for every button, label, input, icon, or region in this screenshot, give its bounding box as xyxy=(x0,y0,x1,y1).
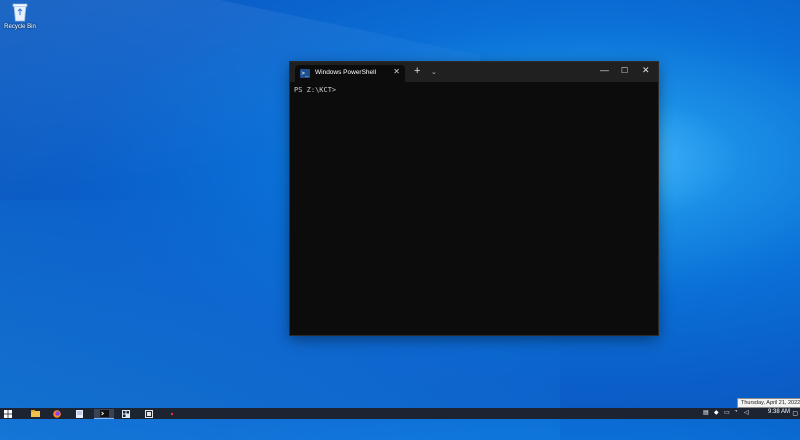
tab-windows-powershell[interactable]: >_ Windows PowerShell ✕ xyxy=(295,65,405,82)
terminal-taskbar-icon[interactable] xyxy=(94,409,114,419)
shell-prompt: PS Z:\KCT> xyxy=(294,86,337,94)
tab-close-icon[interactable]: ✕ xyxy=(393,67,400,76)
new-tab-button[interactable]: + xyxy=(414,65,420,77)
notepad-icon[interactable] xyxy=(74,409,84,418)
date-tooltip: Thursday, April 21, 2022 xyxy=(737,398,800,408)
volume-icon[interactable]: ◁ xyxy=(744,409,749,416)
notification-icon[interactable]: ▢ xyxy=(792,410,798,417)
file-explorer-icon[interactable] xyxy=(30,409,40,418)
recycle-bin-desktop-icon[interactable]: Recycle Bin xyxy=(2,2,38,30)
app-icon[interactable] xyxy=(121,409,131,418)
wifi-icon[interactable]: ◔ xyxy=(734,409,738,415)
powershell-icon: >_ xyxy=(300,69,310,78)
recycle-bin-icon xyxy=(11,2,29,22)
terminal-content[interactable]: PS Z:\KCT> xyxy=(290,82,658,335)
chevron-down-icon[interactable]: ⌄ xyxy=(431,68,437,76)
network-icon[interactable]: ▤ xyxy=(703,409,709,416)
red-app-icon[interactable] xyxy=(167,409,177,418)
close-button[interactable]: ✕ xyxy=(642,65,650,76)
shield-icon[interactable]: ◆ xyxy=(714,409,719,416)
app2-icon[interactable] xyxy=(144,409,154,418)
tab-title: Windows PowerShell xyxy=(315,69,377,76)
recycle-bin-label: Recycle Bin xyxy=(4,24,36,30)
minimize-button[interactable]: — xyxy=(600,65,609,75)
windows-start-icon[interactable] xyxy=(3,409,13,418)
taskbar-clock[interactable]: 9:38 AM xyxy=(768,409,790,415)
terminal-titlebar[interactable]: >_ Windows PowerShell ✕ + ⌄ — ☐ ✕ xyxy=(290,62,658,82)
taskbar: ▤ ◆ ▭ ◔ ◁ 9:38 AM ▢ xyxy=(0,408,800,419)
battery-icon[interactable]: ▭ xyxy=(724,409,730,416)
terminal-window[interactable]: >_ Windows PowerShell ✕ + ⌄ — ☐ ✕ PS Z:\… xyxy=(290,62,658,335)
firefox-icon[interactable] xyxy=(52,409,62,418)
maximize-button[interactable]: ☐ xyxy=(621,66,628,75)
